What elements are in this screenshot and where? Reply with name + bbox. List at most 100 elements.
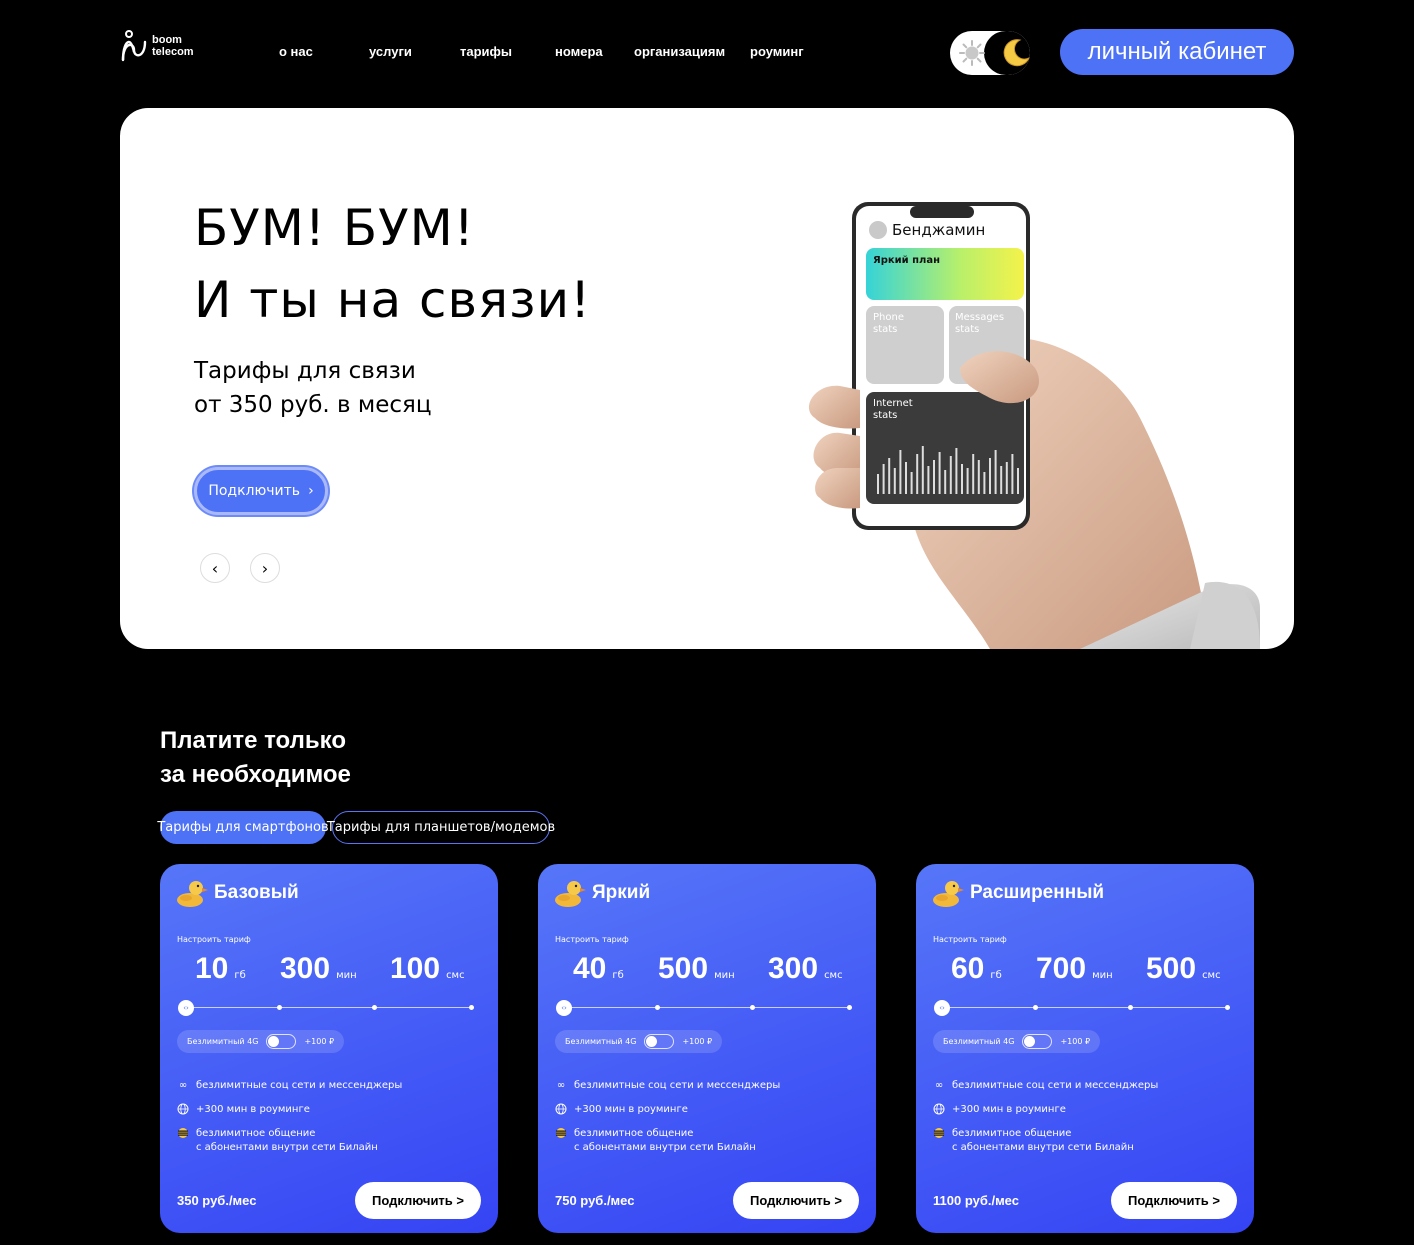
tariff-card-header: Базовый	[176, 878, 299, 908]
feature-text: безлимитные соц сети и мессенджеры	[952, 1080, 1159, 1091]
stat-gb-value: 40	[573, 952, 607, 985]
slider-track	[184, 1007, 474, 1008]
stat-minutes-unit: мин	[714, 970, 735, 981]
nav-item-about[interactable]: о нас	[279, 44, 313, 59]
stat-gb-value: 10	[195, 952, 229, 985]
beeline-icon	[556, 1128, 566, 1138]
infinity-icon: ∞	[934, 1080, 944, 1091]
hand-phone-illustration	[809, 202, 1260, 649]
moon-icon	[1003, 39, 1030, 67]
stat-gb-unit: гб	[234, 970, 246, 981]
unlimited-4g-toggle[interactable]	[1022, 1034, 1053, 1049]
feature-item: безлимитное общение с абонентами внутри …	[177, 1127, 487, 1155]
tariff-slider[interactable]: ‹›	[934, 1000, 1232, 1016]
feature-list: ∞ безлимитные соц сети и мессенджеры +30…	[555, 1079, 865, 1165]
stat-minutes: 300 мин	[280, 952, 357, 986]
logo-line-telecom: telecom	[152, 46, 194, 58]
tariff-name: Расширенный	[970, 882, 1105, 903]
feature-text: безлимитные соц сети и мессенджеры	[196, 1080, 403, 1091]
unlimited-4g-option: Безлимитный 4G +100 ₽	[933, 1030, 1101, 1053]
nav-item-organizations[interactable]: организациям	[634, 44, 725, 59]
feature-item: ∞ безлимитные соц сети и мессенджеры	[933, 1079, 1243, 1093]
logo-icon	[121, 30, 147, 62]
slider-stop[interactable]	[277, 1005, 282, 1010]
hero-subtitle-line1: Тарифы для связи	[194, 358, 416, 384]
tariff-slider[interactable]: ‹›	[178, 1000, 476, 1016]
personal-account-button[interactable]: личный кабинет	[1060, 29, 1294, 75]
slider-handle[interactable]: ‹›	[556, 1000, 572, 1016]
feature-item: +300 мин в роуминге	[177, 1103, 487, 1117]
tariff-name: Базовый	[214, 882, 299, 903]
stat-gb-value: 60	[951, 952, 985, 985]
stat-minutes-value: 500	[658, 952, 709, 985]
beeline-icon	[178, 1128, 188, 1138]
chevron-left-icon: ‹	[211, 558, 219, 578]
slider-handle[interactable]: ‹›	[934, 1000, 950, 1016]
sun-icon	[959, 40, 985, 66]
tariff-connect-button[interactable]: Подключить >	[733, 1182, 859, 1219]
tariff-card-header: Яркий	[554, 878, 650, 908]
slider-stop[interactable]	[469, 1005, 474, 1010]
site-header: boom telecom о нас услуги тарифы номера …	[0, 0, 1414, 108]
logo[interactable]: boom telecom	[120, 28, 194, 64]
slider-stop[interactable]	[1128, 1005, 1133, 1010]
unlimited-4g-option: Безлимитный 4G +100 ₽	[177, 1030, 345, 1053]
stat-sms: 500 смс	[1146, 952, 1221, 986]
stat-minutes-unit: мин	[336, 970, 357, 981]
slider-stop[interactable]	[847, 1005, 852, 1010]
tariff-price: 350 руб./мес	[177, 1193, 257, 1208]
unlimited-4g-toggle[interactable]	[266, 1034, 297, 1049]
slider-stop[interactable]	[1225, 1005, 1230, 1010]
unlimited-4g-price: +100 ₽	[682, 1037, 713, 1046]
slider-stop[interactable]	[372, 1005, 377, 1010]
slider-stop[interactable]	[1033, 1005, 1038, 1010]
feature-text: безлимитные соц сети и мессенджеры	[574, 1080, 781, 1091]
tariff-card: Базовый Настроить тариф 10 гб 300 мин 100 с…	[160, 864, 498, 1233]
theme-toggle[interactable]	[950, 31, 1030, 75]
hero-connect-button[interactable]: Подключить ›	[194, 467, 328, 515]
phone-internet-stats: Internet stats	[873, 398, 913, 421]
tab-tablets-modems[interactable]: Тарифы для планшетов/модемов	[327, 811, 555, 844]
slider-track	[940, 1007, 1230, 1008]
tariff-card: Яркий Настроить тариф 40 гб 500 мин 300 смс…	[538, 864, 876, 1233]
feature-text: безлимитное общение с абонентами внутри …	[952, 1128, 1134, 1153]
feature-text: безлимитное общение с абонентами внутри …	[196, 1128, 378, 1153]
phone-plan-label: Яркий план	[873, 255, 941, 266]
nav-item-services[interactable]: услуги	[369, 44, 412, 59]
feature-item: безлимитное общение с абонентами внутри …	[555, 1127, 865, 1155]
slider-stop[interactable]	[655, 1005, 660, 1010]
tariff-price: 1100 руб./мес	[933, 1193, 1019, 1208]
unlimited-4g-option: Безлимитный 4G +100 ₽	[555, 1030, 723, 1053]
nav-item-roaming[interactable]: роуминг	[750, 44, 804, 59]
feature-item: +300 мин в роуминге	[555, 1103, 865, 1117]
slider-track	[562, 1007, 852, 1008]
hero-title: БУМ! БУМ! И ты на связи!	[194, 192, 591, 336]
tariff-connect-button[interactable]: Подключить >	[1111, 1182, 1237, 1219]
tariff-slider[interactable]: ‹›	[556, 1000, 854, 1016]
carousel-next-button[interactable]: ›	[250, 553, 280, 583]
nav-item-tariffs[interactable]: тарифы	[460, 44, 512, 59]
carousel-prev-button[interactable]: ‹	[200, 553, 230, 583]
infinity-icon: ∞	[178, 1080, 188, 1091]
hero-title-line1: БУМ! БУМ!	[194, 199, 475, 257]
unlimited-4g-label: Безлимитный 4G	[943, 1037, 1015, 1046]
nav-item-numbers[interactable]: номера	[555, 44, 603, 59]
duck-icon	[555, 881, 586, 907]
feature-text: +300 мин в роуминге	[196, 1104, 310, 1115]
unlimited-4g-toggle[interactable]	[644, 1034, 675, 1049]
feature-list: ∞ безлимитные соц сети и мессенджеры +30…	[177, 1079, 487, 1165]
hero-connect-label: Подключить	[208, 483, 301, 499]
tariff-connect-button[interactable]: Подключить >	[355, 1182, 481, 1219]
slider-stop[interactable]	[750, 1005, 755, 1010]
feature-text: безлимитное общение с абонентами внутри …	[574, 1128, 756, 1153]
section-title-line2: за необходимое	[160, 761, 351, 788]
stat-sms: 100 смс	[390, 952, 465, 986]
stat-minutes-unit: мин	[1092, 970, 1113, 981]
slider-handle[interactable]: ‹›	[178, 1000, 194, 1016]
tab-smartphones[interactable]: Тарифы для смартфонов	[157, 811, 329, 844]
feature-item: ∞ безлимитные соц сети и мессенджеры	[555, 1079, 865, 1093]
stat-minutes-value: 300	[280, 952, 331, 985]
unlimited-4g-label: Безлимитный 4G	[565, 1037, 637, 1046]
stat-minutes: 700 мин	[1036, 952, 1113, 986]
globe-icon	[555, 1103, 567, 1115]
